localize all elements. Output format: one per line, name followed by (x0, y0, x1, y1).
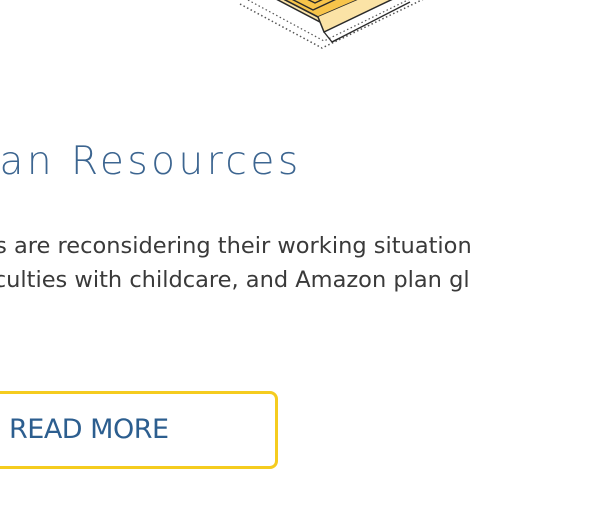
article-title[interactable]: man Resources (0, 139, 302, 184)
article-excerpt: nts are reconsidering their working situ… (0, 229, 472, 331)
excerpt-line: nts are reconsidering their working situ… (0, 233, 472, 259)
excerpt-line: fs (0, 297, 472, 331)
excerpt-line: fficulties with childcare, and Amazon pl… (0, 267, 470, 293)
read-more-button[interactable]: READ MORE (0, 391, 278, 469)
read-more-label: READ MORE (9, 414, 169, 445)
article-card: man Resources nts are reconsidering thei… (0, 0, 616, 507)
isometric-document-stack-icon (239, 0, 424, 49)
